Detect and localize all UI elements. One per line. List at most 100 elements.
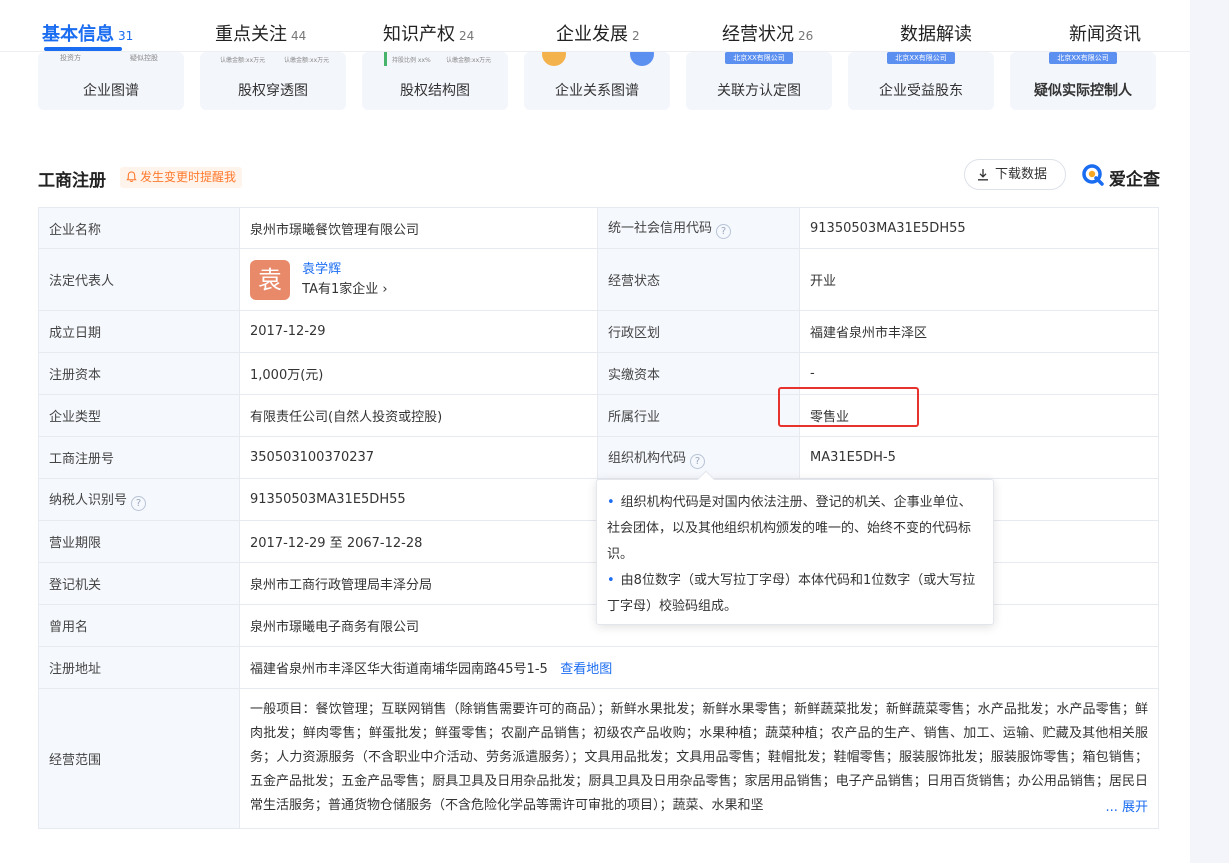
change-remind-button[interactable]: 发生变更时提醒我	[120, 167, 243, 188]
value-org-code: MA31E5DH-5	[799, 436, 1159, 479]
tab-label: 重点关注	[215, 24, 287, 45]
key-legal-rep: 法定代表人	[38, 248, 240, 311]
table-row: 企业类型 有限责任公司(自然人投资或控股) 所属行业 零售业	[38, 394, 1159, 437]
tab-count: 44	[291, 29, 307, 43]
card-thumbnail: 北京XX有限公司	[848, 52, 994, 72]
key-status: 经营状态	[597, 248, 800, 311]
key-label: 统一社会信用代码	[608, 221, 713, 236]
tab-key-focus[interactable]: 重点关注 44	[215, 20, 306, 46]
thumb-text: 投资方	[60, 54, 81, 62]
tab-label: 新闻资讯	[1069, 24, 1141, 45]
tab-count: 2	[632, 29, 640, 43]
value-founded: 2017-12-29	[239, 310, 598, 353]
key-scope: 经营范围	[38, 688, 240, 829]
download-label: 下载数据	[995, 167, 1048, 182]
card-related-party[interactable]: 北京XX有限公司 关联方认定图	[686, 52, 832, 110]
key-org-code: 组织机构代码?	[597, 436, 800, 479]
tab-ip[interactable]: 知识产权 24	[383, 20, 474, 46]
key-region: 行政区划	[597, 310, 800, 353]
legal-rep-name-link[interactable]: 袁学辉	[302, 262, 341, 277]
help-icon[interactable]: ?	[131, 495, 147, 511]
tab-label: 基本信息	[42, 24, 114, 45]
companies-count-label: TA有1家企业	[302, 281, 379, 297]
key-reg-number: 工商注册号	[38, 436, 240, 479]
highlight-box	[778, 387, 919, 427]
table-row: 工商注册号 350503100370237 组织机构代码? MA31E5DH-5	[38, 436, 1159, 479]
value-region: 福建省泉州市丰泽区	[799, 310, 1159, 353]
card-actual-controller[interactable]: 北京XX有限公司 疑似实际控制人	[1010, 52, 1156, 110]
expand-link[interactable]: ... 展开	[1101, 795, 1148, 820]
card-thumbnail: 北京XX有限公司	[1010, 52, 1156, 72]
card-label: 企业图谱	[83, 83, 139, 99]
tab-label: 知识产权	[383, 24, 455, 45]
scope-text-container: 一般项目：餐饮管理；互联网销售（除销售需要许可的商品）；新鲜水果批发；新鲜水果零…	[250, 690, 1148, 828]
help-icon[interactable]: ?	[716, 224, 732, 239]
bell-icon	[126, 171, 137, 183]
tab-basic-info[interactable]: 基本信息 31	[42, 20, 133, 46]
legal-rep-companies-link[interactable]: TA有1家企业 ›	[302, 282, 387, 297]
key-authority: 登记机关	[38, 562, 240, 605]
legal-rep-info: 袁学辉 TA有1家企业 ›	[302, 260, 387, 300]
card-label: 疑似实际控制人	[1034, 83, 1132, 99]
chevron-right-icon: ›	[382, 281, 388, 297]
card-equity-structure[interactable]: 持股比例 xx% 认缴金额:xx万元 股权结构图	[362, 52, 508, 110]
card-label: 股权结构图	[400, 83, 470, 99]
download-icon	[978, 169, 988, 181]
green-bar-icon	[384, 52, 387, 66]
help-icon[interactable]: ?	[690, 453, 706, 469]
thumb-tag: 北京XX有限公司	[887, 52, 955, 64]
tooltip-paragraph: • 组织机构代码是对国内依法注册、登记的机关、企事业单位、社会团体，以及其他组织机…	[607, 490, 979, 568]
view-map-link[interactable]: 查看地图	[560, 662, 612, 677]
tab-label: 企业发展	[556, 24, 628, 45]
value-status: 开业	[799, 248, 1159, 311]
bullet-icon: •	[607, 495, 615, 510]
key-company-type: 企业类型	[38, 394, 240, 437]
key-company-name: 企业名称	[38, 207, 240, 249]
tab-operations[interactable]: 经营状况 26	[722, 20, 813, 46]
section-title: 工商注册	[38, 171, 106, 191]
download-data-button[interactable]: 下载数据	[964, 159, 1066, 190]
avatar[interactable]: 袁	[250, 259, 290, 300]
value-authority: 泉州市工商行政管理局丰泽分局	[239, 562, 598, 605]
thumb-text: 认缴金额:xx万元	[446, 57, 492, 64]
address-text: 福建省泉州市丰泽区华大街道南埔华园南路45号1-5	[250, 662, 548, 677]
table-row: 经营范围 一般项目：餐饮管理；互联网销售（除销售需要许可的商品）；新鲜水果批发；…	[38, 688, 1159, 829]
thumb-tag: 北京XX有限公司	[725, 52, 793, 64]
page-side-gutter	[1190, 0, 1229, 863]
key-industry: 所属行业	[597, 394, 800, 437]
card-label: 企业关系图谱	[555, 83, 639, 99]
value-company-name: 泉州市璟曦餐饮管理有限公司	[239, 207, 598, 249]
key-tax-id: 纳税人识别号?	[38, 478, 240, 521]
card-enterprise-graph[interactable]: 投资方 疑似控股 企业图谱	[38, 52, 184, 110]
tooltip-text: 由8位数字（或大写拉丁字母）本体代码和1位数字（或大写拉丁字母）校验码组成。	[607, 573, 976, 614]
key-credit-code: 统一社会信用代码?	[597, 207, 800, 249]
key-label: 组织机构代码	[608, 450, 687, 466]
card-equity-penetration[interactable]: 认缴金额:xx万元 认缴金额:xx万元 股权穿透图	[200, 52, 346, 110]
value-capital: 1,000万(元)	[239, 352, 598, 395]
thumb-text: 认缴金额:xx万元	[220, 57, 266, 64]
tab-development[interactable]: 企业发展 2	[556, 20, 640, 46]
card-relationship-graph[interactable]: 企业关系图谱	[524, 52, 670, 110]
value-scope: 一般项目：餐饮管理；互联网销售（除销售需要许可的商品）；新鲜水果批发；新鲜水果零…	[239, 688, 1159, 829]
thumb-text: 认缴金额:xx万元	[284, 57, 330, 64]
value-company-type: 有限责任公司(自然人投资或控股)	[239, 394, 598, 437]
tab-bar: 基本信息 31 重点关注 44 知识产权 24 企业发展 2 经营状况 26 数据解读 新…	[0, 0, 1190, 52]
card-thumbnail: 持股比例 xx% 认缴金额:xx万元	[362, 52, 508, 72]
value-term: 2017-12-29 至 2067-12-28	[239, 520, 598, 563]
table-row: 企业名称 泉州市璟曦餐饮管理有限公司 统一社会信用代码? 91350503MA3…	[38, 207, 1159, 249]
card-beneficial-owner[interactable]: 北京XX有限公司 企业受益股东	[848, 52, 994, 110]
tab-news[interactable]: 新闻资讯	[1069, 20, 1141, 46]
value-tax-id: 91350503MA31E5DH55	[239, 478, 598, 521]
card-thumbnail	[524, 52, 670, 72]
tab-data-analysis[interactable]: 数据解读	[900, 20, 972, 46]
value-address: 福建省泉州市丰泽区华大街道南埔华园南路45号1-5 查看地图	[239, 646, 1159, 689]
page: 基本信息 31 重点关注 44 知识产权 24 企业发展 2 经营状况 26 数据解读 新…	[0, 0, 1190, 863]
node-icon	[630, 52, 654, 66]
key-paid-capital: 实缴资本	[597, 352, 800, 395]
org-code-tooltip: • 组织机构代码是对国内依法注册、登记的机关、企事业单位、社会团体，以及其他组织机…	[596, 470, 994, 625]
bullet-icon: •	[607, 573, 615, 588]
tab-label: 经营状况	[722, 24, 794, 45]
card-thumbnail: 北京XX有限公司	[686, 52, 832, 72]
thumb-tag: 北京XX有限公司	[1049, 52, 1117, 64]
tab-count: 24	[459, 29, 475, 43]
